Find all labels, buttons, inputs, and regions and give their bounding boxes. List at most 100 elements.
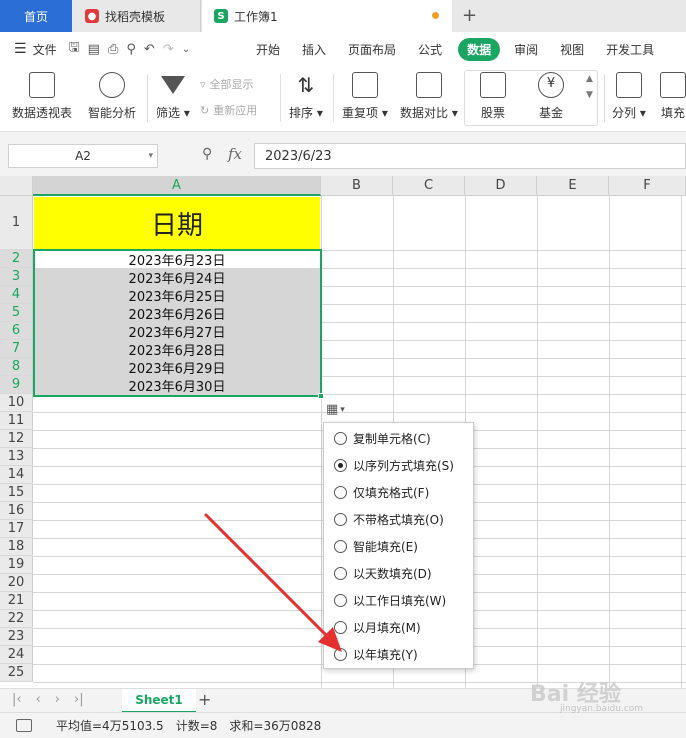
first-sheet-icon[interactable]: |‹ xyxy=(12,692,22,707)
menu-tab-insert[interactable]: 插入 xyxy=(302,41,326,58)
export-icon[interactable]: ▤ xyxy=(88,42,100,57)
column-header-b[interactable]: B xyxy=(321,176,393,196)
row-header-6[interactable]: 6 xyxy=(0,322,33,340)
row-header-5[interactable]: 5 xyxy=(0,304,33,322)
option-fill-days[interactable]: 以天数填充(D) xyxy=(334,560,432,587)
cell-a7[interactable]: 2023年6月28日 xyxy=(34,341,320,359)
cell-a5[interactable]: 2023年6月26日 xyxy=(34,305,320,323)
stock-button[interactable]: 股票 xyxy=(480,72,506,121)
tab-workbook[interactable]: S 工作簿1 xyxy=(202,0,452,32)
add-sheet-button[interactable]: + xyxy=(198,690,211,709)
fund-label: 基金 xyxy=(538,106,563,120)
prev-sheet-icon[interactable]: ‹ xyxy=(36,692,41,707)
row-header-1[interactable]: 1 xyxy=(0,196,33,250)
row-header-15[interactable]: 15 xyxy=(0,484,33,502)
row-header-18[interactable]: 18 xyxy=(0,538,33,556)
next-sheet-icon[interactable]: › xyxy=(55,692,60,707)
gallery-scroll[interactable]: ▲ ▼ xyxy=(586,74,593,100)
column-header-a[interactable]: A xyxy=(33,176,321,196)
save-icon[interactable]: 🖫 xyxy=(69,38,80,60)
menu-tab-page-layout[interactable]: 页面布局 xyxy=(348,41,396,58)
row-header-13[interactable]: 13 xyxy=(0,448,33,466)
file-menu-label: 文件 xyxy=(32,42,57,57)
reapply-button[interactable]: ↻ 重新应用 xyxy=(200,102,257,118)
duplicates-button[interactable]: 重复项 ▾ xyxy=(342,72,388,121)
row-header-2[interactable]: 2 xyxy=(0,250,33,268)
row-header-22[interactable]: 22 xyxy=(0,610,33,628)
row-header-20[interactable]: 20 xyxy=(0,574,33,592)
option-copy-cells[interactable]: 复制单元格(C) xyxy=(334,425,431,452)
option-fill-formatting-only[interactable]: 仅填充格式(F) xyxy=(334,479,429,506)
zoom-search-icon[interactable]: ⚲ xyxy=(202,146,212,162)
fill-button[interactable]: 填充 xyxy=(660,72,686,121)
row-header-9[interactable]: 9 xyxy=(0,376,33,394)
column-header-c[interactable]: C xyxy=(393,176,465,196)
fx-icon[interactable]: fx xyxy=(228,145,242,163)
select-all-corner[interactable] xyxy=(0,176,33,196)
smart-analysis-button[interactable]: 智能分析 xyxy=(88,72,136,121)
data-compare-button[interactable]: 数据对比 ▾ xyxy=(400,72,458,121)
cell-a8[interactable]: 2023年6月29日 xyxy=(34,359,320,377)
redo-icon[interactable]: ↷ xyxy=(163,42,174,57)
print-icon[interactable]: ⎙ xyxy=(108,42,118,57)
option-fill-series[interactable]: 以序列方式填充(S) xyxy=(334,452,454,479)
column-header-f[interactable]: F xyxy=(609,176,686,196)
cell-a9[interactable]: 2023年6月30日 xyxy=(34,377,320,395)
row-header-7[interactable]: 7 xyxy=(0,340,33,358)
option-fill-weekdays[interactable]: 以工作日填充(W) xyxy=(334,587,446,614)
row-header-10[interactable]: 10 xyxy=(0,394,33,412)
autofill-options-button[interactable]: ▦ ▾ xyxy=(326,402,345,417)
column-header-d[interactable]: D xyxy=(465,176,537,196)
cell-a1-title[interactable]: 日期 xyxy=(34,197,320,249)
menu-tab-start[interactable]: 开始 xyxy=(256,41,280,58)
row-header-4[interactable]: 4 xyxy=(0,286,33,304)
menu-tab-formula[interactable]: 公式 xyxy=(418,41,442,58)
column-header-e[interactable]: E xyxy=(537,176,609,196)
option-fill-without-formatting[interactable]: 不带格式填充(O) xyxy=(334,506,444,533)
row-header-17[interactable]: 17 xyxy=(0,520,33,538)
cell-a2[interactable]: 2023年6月23日 xyxy=(34,251,320,269)
file-menu-button[interactable]: ☰ 文件 xyxy=(14,41,57,58)
undo-icon[interactable]: ↶ xyxy=(144,42,155,57)
filter-button[interactable]: 筛选 ▾ xyxy=(156,72,190,121)
formula-input[interactable]: 2023/6/23 xyxy=(254,143,686,169)
fill-handle[interactable] xyxy=(318,393,324,399)
cell-a4[interactable]: 2023年6月25日 xyxy=(34,287,320,305)
show-all-button[interactable]: ▿ 全部显示 xyxy=(200,76,254,92)
row-header-19[interactable]: 19 xyxy=(0,556,33,574)
row-header-25[interactable]: 25 xyxy=(0,664,33,682)
name-box-value: A2 xyxy=(75,149,91,163)
menu-tab-review[interactable]: 审阅 xyxy=(514,41,538,58)
split-column-button[interactable]: 分列 ▾ xyxy=(612,72,646,121)
row-header-23[interactable]: 23 xyxy=(0,628,33,646)
pivot-table-button[interactable]: 数据透视表 xyxy=(12,72,72,121)
data-ribbon: 数据透视表 智能分析 筛选 ▾ ▿ 全部显示 ↻ 重新应用 ⇅ 排序 ▾ 重复项… xyxy=(0,66,686,132)
cell-a3[interactable]: 2023年6月24日 xyxy=(34,269,320,287)
option-fill-years[interactable]: 以年填充(Y) xyxy=(334,641,418,668)
row-header-14[interactable]: 14 xyxy=(0,466,33,484)
row-header-16[interactable]: 16 xyxy=(0,502,33,520)
more-chevron-icon[interactable]: ⌄ xyxy=(182,44,190,55)
row-header-24[interactable]: 24 xyxy=(0,646,33,664)
last-sheet-icon[interactable]: ›| xyxy=(74,692,84,707)
menu-tab-view[interactable]: 视图 xyxy=(560,41,584,58)
tab-home[interactable]: 首页 xyxy=(0,0,72,32)
row-header-11[interactable]: 11 xyxy=(0,412,33,430)
fund-button[interactable]: ¥ 基金 xyxy=(538,72,564,121)
row-header-8[interactable]: 8 xyxy=(0,358,33,376)
new-tab-button[interactable]: + xyxy=(462,5,477,26)
sheet-tab-sheet1[interactable]: Sheet1 xyxy=(122,689,196,713)
row-header-21[interactable]: 21 xyxy=(0,592,33,610)
option-fill-months[interactable]: 以月填充(M) xyxy=(334,614,421,641)
tab-daoke-templates[interactable]: ● 找稻壳模板 xyxy=(73,0,201,32)
cell-a6[interactable]: 2023年6月27日 xyxy=(34,323,320,341)
option-smart-fill[interactable]: 智能填充(E) xyxy=(334,533,418,560)
screen-mode-icon[interactable] xyxy=(16,719,32,732)
row-header-3[interactable]: 3 xyxy=(0,268,33,286)
row-header-12[interactable]: 12 xyxy=(0,430,33,448)
sort-button[interactable]: ⇅ 排序 ▾ xyxy=(289,72,323,121)
menu-tab-developer[interactable]: 开发工具 xyxy=(606,41,654,58)
preview-icon[interactable]: ⚲ xyxy=(126,42,136,57)
name-box[interactable]: A2 ▾ xyxy=(8,144,158,168)
menu-tab-data[interactable]: 数据 xyxy=(458,37,501,61)
